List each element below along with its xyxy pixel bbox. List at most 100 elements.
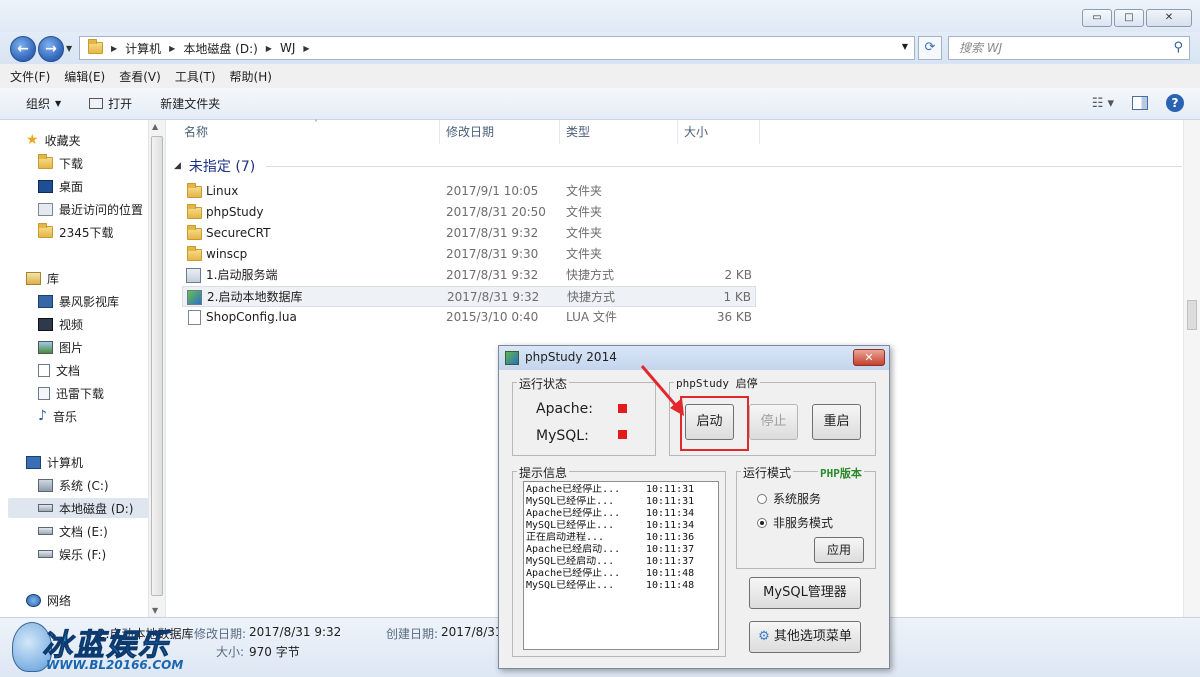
content-scroll-thumb[interactable] <box>1187 300 1197 330</box>
stop-button[interactable]: 停止 <box>749 404 798 440</box>
nav-computer[interactable]: 计算机 <box>26 452 83 472</box>
breadcrumb-wj[interactable]: WJ <box>280 41 295 55</box>
organize-button[interactable]: 组织 ▼ <box>26 95 61 112</box>
file-row[interactable]: SecureCRT 2017/8/31 9:32 文件夹 <box>182 223 756 244</box>
nav-label: 桌面 <box>59 179 84 194</box>
menu-bar: 文件(F) 编辑(E) 查看(V) 工具(T) 帮助(H) <box>0 64 1200 88</box>
column-size[interactable]: 大小 <box>678 120 760 144</box>
breadcrumb-computer[interactable]: 计算机 <box>125 40 161 57</box>
open-button[interactable]: 打开 <box>89 95 132 112</box>
mysql-manager-button[interactable]: MySQL管理器 <box>749 577 861 609</box>
nav-pictures[interactable]: 图片 <box>38 337 83 357</box>
nav-drive-c[interactable]: 系统 (C:) <box>38 475 109 495</box>
collapse-icon[interactable]: ◢ <box>174 161 181 171</box>
file-row[interactable]: 1.启动服务端 2017/8/31 9:32 快捷方式 2 KB <box>182 265 756 286</box>
log-textbox[interactable]: Apache已经停止... 10:11:31 MySQL已经停止... 10:11:… <box>523 481 719 650</box>
new-folder-label: 新建文件夹 <box>160 97 221 111</box>
nav-documents[interactable]: 文档 <box>38 360 80 380</box>
breadcrumb-arrow-icon[interactable]: ▶ <box>111 44 117 53</box>
nav-drive-e[interactable]: 文档 (E:) <box>38 521 108 541</box>
new-folder-button[interactable]: 新建文件夹 <box>160 95 220 112</box>
preview-pane-icon[interactable] <box>1132 96 1148 110</box>
nav-network[interactable]: 网络 <box>26 590 71 610</box>
minimize-button[interactable]: ▭ <box>1082 9 1112 27</box>
column-modified[interactable]: 修改日期 <box>440 120 560 144</box>
php-version-link[interactable]: PHP版本 <box>818 465 864 481</box>
log-message: Apache已经停止... <box>526 484 621 495</box>
address-bar[interactable]: ▶ 计算机 ▶ 本地磁盘 (D:) ▶ WJ ▶ ▼ <box>79 36 915 60</box>
nav-drive-d[interactable]: 本地磁盘 (D:) <box>8 498 148 518</box>
file-name: SecureCRT <box>206 226 271 240</box>
library-icon <box>26 271 41 285</box>
forward-button[interactable]: → <box>38 36 64 62</box>
nav-storm-video[interactable]: 暴风影视库 <box>38 291 119 311</box>
desktop-icon <box>38 179 53 193</box>
breadcrumb-arrow-icon[interactable]: ▶ <box>169 44 175 53</box>
group-header[interactable]: ◢ 未指定 (7) <box>174 156 255 176</box>
nav-music[interactable]: ♪ 音乐 <box>38 406 77 426</box>
breadcrumb-arrow-icon[interactable]: ▶ <box>303 44 309 53</box>
column-name[interactable]: 名称 ˄ <box>178 119 440 144</box>
file-row[interactable]: ShopConfig.lua 2015/3/10 0:40 LUA 文件 36 … <box>182 307 756 328</box>
nav-libraries[interactable]: 库 <box>26 268 59 288</box>
log-group-label: 提示信息 <box>517 464 570 481</box>
address-dropdown-icon[interactable]: ▼ <box>902 42 908 51</box>
nav-2345-downloads[interactable]: 2345下载 <box>38 222 114 242</box>
search-icon[interactable]: ⚲ <box>1173 37 1183 59</box>
nav-drive-f[interactable]: 娱乐 (F:) <box>38 544 106 564</box>
watermark-logo: 冰蓝娱乐 WWW.BL20166.COM <box>8 618 218 677</box>
column-type[interactable]: 类型 <box>560 120 678 144</box>
nav-thunder-downloads[interactable]: 迅雷下载 <box>38 383 104 403</box>
view-options-icon[interactable]: ☷ ▾ <box>1092 96 1114 111</box>
radio-system-service[interactable]: 系统服务 <box>757 490 821 507</box>
file-date: 2017/8/31 9:32 <box>446 226 539 240</box>
scroll-up-icon[interactable]: ▲ <box>152 122 158 131</box>
menu-view[interactable]: 查看(V) <box>119 68 161 85</box>
file-type: 文件夹 <box>566 226 603 240</box>
nav-videos[interactable]: 视频 <box>38 314 83 334</box>
close-button[interactable]: ✕ <box>1146 9 1192 27</box>
nav-label: 计算机 <box>47 455 84 470</box>
nav-scrollbar[interactable]: ▲ ▼ <box>148 120 165 617</box>
radio-non-service[interactable]: 非服务模式 <box>757 514 833 531</box>
file-row[interactable]: Linux 2017/9/1 10:05 文件夹 <box>182 181 756 202</box>
apply-button[interactable]: 应用 <box>814 537 864 563</box>
content-scrollbar[interactable] <box>1183 120 1200 617</box>
details-size-value: 970 字节 <box>249 645 300 659</box>
file-row-selected[interactable]: 2.启动本地数据库 2017/8/31 9:32 快捷方式 1 KB <box>182 286 756 307</box>
history-dropdown-icon[interactable]: ▼ <box>66 44 72 53</box>
nav-recent[interactable]: 最近访问的位置 <box>38 199 143 219</box>
refresh-button[interactable]: ⟳ <box>918 36 942 60</box>
nav-scroll-thumb[interactable] <box>151 136 163 596</box>
dialog-close-button[interactable]: ✕ <box>853 349 885 366</box>
menu-file[interactable]: 文件(F) <box>10 68 50 85</box>
menu-edit[interactable]: 编辑(E) <box>64 68 105 85</box>
scroll-down-icon[interactable]: ▼ <box>152 606 158 615</box>
folder-icon <box>187 204 202 219</box>
file-row[interactable]: phpStudy 2017/8/31 20:50 文件夹 <box>182 202 756 223</box>
help-icon[interactable]: ? <box>1166 94 1184 112</box>
log-line: MySQL已经停止... 10:11:31 <box>526 496 718 508</box>
breadcrumb-arrow-icon[interactable]: ▶ <box>266 44 272 53</box>
title-bar: ▭ □ ✕ <box>0 0 1200 32</box>
other-options-button[interactable]: ⚙ 其他选项菜单 <box>749 621 861 653</box>
menu-help[interactable]: 帮助(H) <box>230 68 272 85</box>
file-row[interactable]: winscp 2017/8/31 9:30 文件夹 <box>182 244 756 265</box>
breadcrumb-drive-d[interactable]: 本地磁盘 (D:) <box>183 40 257 57</box>
nav-favorites[interactable]: ★ 收藏夹 <box>26 130 81 150</box>
back-button[interactable]: ← <box>10 36 36 62</box>
network-icon <box>26 593 41 607</box>
log-time: 10:11:37 <box>646 556 695 567</box>
sort-arrow-icon: ˄ <box>314 119 318 128</box>
nav-label: 娱乐 (F:) <box>59 547 107 562</box>
maximize-button[interactable]: □ <box>1114 9 1144 27</box>
menu-tools[interactable]: 工具(T) <box>175 68 216 85</box>
nav-label: 文档 (E:) <box>59 524 108 539</box>
nav-label: 文档 <box>56 363 81 378</box>
restart-button[interactable]: 重启 <box>812 404 861 440</box>
nav-desktop[interactable]: 桌面 <box>38 176 83 196</box>
file-name: 1.启动服务端 <box>206 268 278 282</box>
file-type: 文件夹 <box>566 247 603 261</box>
nav-downloads[interactable]: 下载 <box>38 153 83 173</box>
search-input[interactable]: 搜索 WJ ⚲ <box>948 36 1190 60</box>
